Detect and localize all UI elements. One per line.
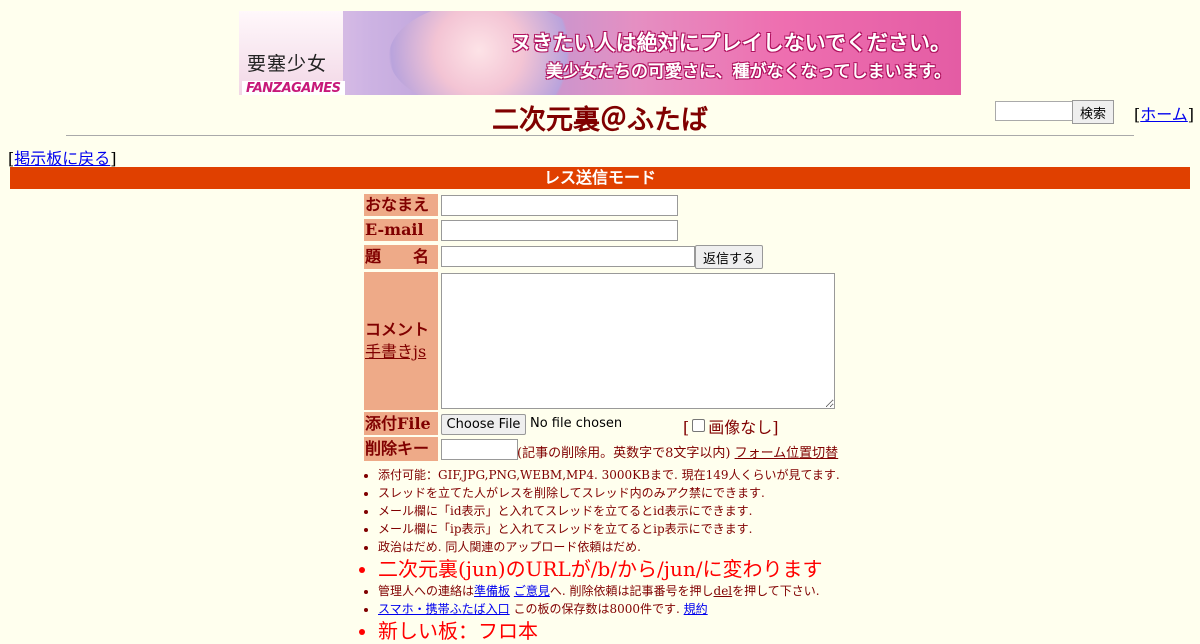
handwrite-link[interactable]: 手書きjs [365,342,426,361]
form-position-toggle-link[interactable]: フォーム位置切替 [735,446,839,461]
no-image-label: 画像なし [708,418,773,437]
banner-copy-line2: 美少女たちの可愛さに、種がなくなってしまいます。 [546,62,951,82]
banner-copy-line1: ヌきたい人は絶対にプレイしないでください。 [510,31,951,55]
list-item: スレッドを立てた人がレスを削除してスレッド内のみアク禁にできます. [378,484,938,502]
subject-label: 題 名 [364,245,438,269]
list-item: メール欄に「id表示」と入れてスレッドを立てるとid表示にできます. [378,502,938,520]
subject-field[interactable] [441,246,695,267]
board-rules: 添付可能：GIF,JPG,PNG,WEBM,MP4. 3000KBまで. 現在1… [362,466,938,644]
no-image-checkbox[interactable] [692,419,706,432]
delete-request-tail: を押して下さい. [732,584,820,598]
banner-game-logo: 要塞少女 [247,53,328,75]
contact-text: 管理人への連絡は [378,584,475,598]
name-label: おなまえ [364,194,438,216]
delete-key-label: 削除キー [364,437,438,461]
choose-file-button[interactable]: Choose File [441,414,526,435]
submit-reply-button[interactable]: 返信する [695,245,763,269]
list-item: メール欄に「ip表示」と入れてスレッドを立てるとip表示にできます. [378,520,938,538]
delete-key-field[interactable] [441,439,518,460]
list-item: 添付可能：GIF,JPG,PNG,WEBM,MP4. 3000KBまで. 現在1… [378,466,938,484]
list-item: 政治はだめ. 同人関連のアップロード依頼はだめ. [378,538,938,556]
back-to-board-link[interactable]: 掲示板に戻る [14,149,110,168]
divider [66,135,1134,136]
email-field[interactable] [441,220,678,241]
banner-ad[interactable]: 要塞少女 FANZAGAMES ヌきたい人は絶対にプレイしないでください。 美少… [239,11,961,95]
mobile-entrance-link[interactable]: スマホ・携帯ふたば入口 [378,602,510,616]
no-image-option: [ 画像なし] [683,414,779,438]
comment-label: コメント [365,320,430,339]
back-bracket-close: ] [110,149,117,168]
new-board-notice: 新しい板：フロ本 [378,618,938,644]
list-item: 管理人への連絡は準備板 ご意見へ. 削除依頼は記事番号を押しdelを押して下さい… [378,582,938,600]
feedback-link[interactable]: ご意見 [514,584,550,598]
prep-board-link[interactable]: 準備板 [474,584,510,598]
url-change-announcement: 二次元裏(jun)のURLが/b/から/jun/に変わります [378,556,938,582]
name-field[interactable] [441,195,678,216]
del-link[interactable]: del [714,584,733,598]
retention-text: この板の保存数は8000件です. [509,602,680,616]
delete-key-hint: (記事の削除用。英数字で8文字以内) [517,446,731,461]
banner-brand-logo: FANZAGAMES [242,81,345,95]
delete-request-text: へ. 削除依頼は記事番号を押し [549,584,714,598]
delete-key-note: (記事の削除用。英数字で8文字以内) フォーム位置切替 [517,442,838,461]
list-item: スマホ・携帯ふたば入口 この板の保存数は8000件です. 規約 [378,600,938,618]
reply-mode-bar: レス送信モード [10,167,1190,189]
comment-label-cell: コメント 手書きjs [364,272,438,410]
file-status: No file chosen [530,416,623,431]
comment-field[interactable] [441,273,835,409]
banner-logo-area: 要塞少女 FANZAGAMES [239,11,345,95]
email-label: E-mail [364,219,438,241]
noimage-bracket-open: [ [683,418,690,437]
terms-link[interactable]: 規約 [684,602,708,616]
back-nav: [掲示板に戻る] [8,145,117,169]
file-label: 添付File [364,412,438,435]
noimage-bracket-close: ] [772,418,779,437]
page-title: 二次元裏＠ふたば [492,105,708,136]
